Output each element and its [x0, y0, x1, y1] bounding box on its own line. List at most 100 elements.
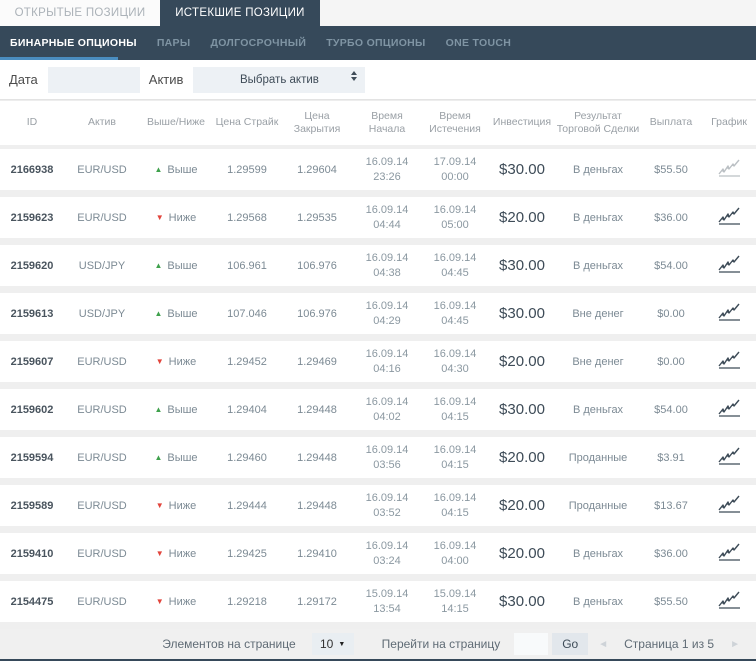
- asset-name: EUR/USD: [77, 403, 127, 416]
- payout-amount: $0.00: [657, 355, 685, 368]
- payout-amount: $54.00: [654, 403, 688, 416]
- position-id: 2159607: [10, 355, 54, 368]
- payout-amount: $3.91: [657, 451, 685, 464]
- expiry-time: 04:45: [441, 266, 469, 279]
- direction-label: Выше: [167, 164, 198, 176]
- position-row: 2159623 EUR/USD ▼ Ниже 1.29568 1.29535 16.09.1…: [0, 197, 756, 238]
- position-id: 2159613: [10, 307, 54, 320]
- expiry-date: 16.09.14: [433, 539, 477, 552]
- goto-page-input[interactable]: [514, 633, 549, 655]
- expiry-time: 04:15: [441, 458, 469, 471]
- start-date: 16.09.14: [365, 443, 409, 456]
- start-date: 16.09.14: [365, 299, 409, 312]
- expiry-time-cell: 16.09.14 04:00: [422, 539, 488, 569]
- close-price: 1.29172: [297, 595, 337, 608]
- chart-cell: [702, 397, 756, 422]
- payout-amount: $55.50: [654, 595, 688, 608]
- date-filter-input[interactable]: [47, 66, 140, 93]
- start-time: 04:44: [373, 218, 401, 231]
- tab-open-positions[interactable]: ОТКРЫТЫЕ ПОЗИЦИИ: [0, 0, 160, 26]
- chart-icon[interactable]: [716, 397, 742, 419]
- position-id: 2159623: [10, 211, 54, 224]
- asset-filter-label: Актив: [148, 72, 184, 87]
- strike-price: 1.29425: [227, 547, 267, 560]
- expiry-date: 15.09.14: [433, 587, 477, 600]
- direction-label: Ниже: [168, 596, 197, 608]
- strike-price: 1.29404: [227, 403, 267, 416]
- next-page-icon[interactable]: ►: [720, 639, 750, 650]
- chart-icon[interactable]: [716, 157, 742, 179]
- expiry-time-cell: 16.09.14 04:45: [422, 251, 488, 281]
- chart-icon[interactable]: [716, 445, 742, 467]
- asset-select[interactable]: Выбрать актив: [193, 66, 366, 93]
- direction-cell: ▼ Ниже: [140, 499, 212, 512]
- table-header-row: ID Актив Выше/Ниже Цена Страйк Цена Закрытия…: [0, 100, 756, 145]
- arrow-down-icon: ▼: [155, 549, 164, 558]
- position-row: 2159607 EUR/USD ▼ Ниже 1.29452 1.29469 16.09.1…: [0, 341, 756, 382]
- expiry-date: 16.09.14: [433, 491, 477, 504]
- nav-item-4[interactable]: ONE TOUCH: [436, 37, 522, 49]
- payout-amount: $13.67: [654, 499, 688, 512]
- nav-item-2[interactable]: ДОЛГОСРОЧНЫЙ: [200, 37, 316, 49]
- chart-cell: [702, 541, 756, 566]
- chart-icon[interactable]: [716, 205, 742, 227]
- chart-icon[interactable]: [716, 589, 742, 611]
- expiry-time: 04:00: [441, 554, 469, 567]
- expiry-time: 04:45: [441, 314, 469, 327]
- items-per-page-select[interactable]: 10 ▼: [311, 633, 354, 655]
- direction-cell: ▲ Выше: [140, 259, 212, 272]
- chart-cell: [702, 589, 756, 614]
- start-time: 03:24: [373, 554, 401, 567]
- start-date: 16.09.14: [365, 491, 409, 504]
- tab-expired-positions[interactable]: ИСТЕКШИЕ ПОЗИЦИИ: [160, 0, 320, 26]
- investment-amount: $20.00: [499, 353, 545, 370]
- expiry-date: 16.09.14: [433, 443, 477, 456]
- expiry-time: 00:00: [441, 170, 469, 183]
- chart-icon[interactable]: [716, 253, 742, 275]
- pagination-bar: Элементов на странице 10 ▼ Перейти на ст…: [0, 629, 756, 659]
- expiry-time: 05:00: [441, 218, 469, 231]
- column-header-7: Инвестиция: [492, 116, 552, 129]
- go-button[interactable]: Go: [552, 633, 589, 655]
- chart-cell: [702, 349, 756, 374]
- expiry-time-cell: 16.09.14 04:15: [422, 491, 488, 521]
- start-time: 04:38: [373, 266, 401, 279]
- trade-result: В деньгах: [572, 211, 624, 224]
- position-row: 2166938 EUR/USD ▲ Выше 1.29599 1.29604 16.09.1…: [0, 149, 756, 190]
- trading-positions-panel: ОТКРЫТЫЕ ПОЗИЦИИ ИСТЕКШИЕ ПОЗИЦИИ БИНАРН…: [0, 0, 756, 661]
- column-header-4: Цена Закрытия: [293, 109, 341, 135]
- position-row: 2159613 USD/JPY ▲ Выше 107.046 106.976 16.09.1…: [0, 293, 756, 334]
- direction-label: Ниже: [168, 548, 197, 560]
- prev-page-icon[interactable]: ◄: [588, 639, 618, 650]
- chart-cell: [702, 445, 756, 470]
- asset-name: USD/JPY: [78, 259, 126, 272]
- arrow-up-icon: ▲: [154, 165, 163, 174]
- payout-amount: $0.00: [657, 307, 685, 320]
- chart-icon[interactable]: [716, 541, 742, 563]
- nav-item-1[interactable]: ПАРЫ: [147, 37, 201, 49]
- start-time-cell: 16.09.14 03:56: [352, 443, 422, 473]
- table-body: 2166938 EUR/USD ▲ Выше 1.29599 1.29604 16.09.1…: [0, 145, 756, 629]
- direction-cell: ▲ Выше: [140, 307, 212, 320]
- start-time: 03:52: [373, 506, 401, 519]
- chart-icon[interactable]: [716, 349, 742, 371]
- strike-price: 1.29460: [227, 451, 267, 464]
- trade-result: Вне денег: [572, 355, 624, 368]
- nav-item-3[interactable]: ТУРБО ОПЦИОНЫ: [316, 37, 435, 49]
- trade-result: В деньгах: [572, 163, 624, 176]
- asset-name: EUR/USD: [77, 547, 127, 560]
- chart-icon[interactable]: [716, 493, 742, 515]
- chart-icon[interactable]: [716, 301, 742, 323]
- direction-label: Ниже: [168, 356, 197, 368]
- start-time-cell: 16.09.14 03:52: [352, 491, 422, 521]
- start-date: 16.09.14: [365, 347, 409, 360]
- direction-label: Выше: [167, 308, 198, 320]
- close-price: 106.976: [297, 307, 337, 320]
- nav-item-0[interactable]: БИНАРНЫЕ ОПЦИОНЫ: [0, 37, 147, 49]
- column-header-3: Цена Страйк: [215, 116, 279, 129]
- trade-result: В деньгах: [572, 403, 624, 416]
- start-date: 16.09.14: [365, 539, 409, 552]
- start-date: 16.09.14: [365, 203, 409, 216]
- investment-amount: $30.00: [499, 305, 545, 322]
- strike-price: 1.29452: [227, 355, 267, 368]
